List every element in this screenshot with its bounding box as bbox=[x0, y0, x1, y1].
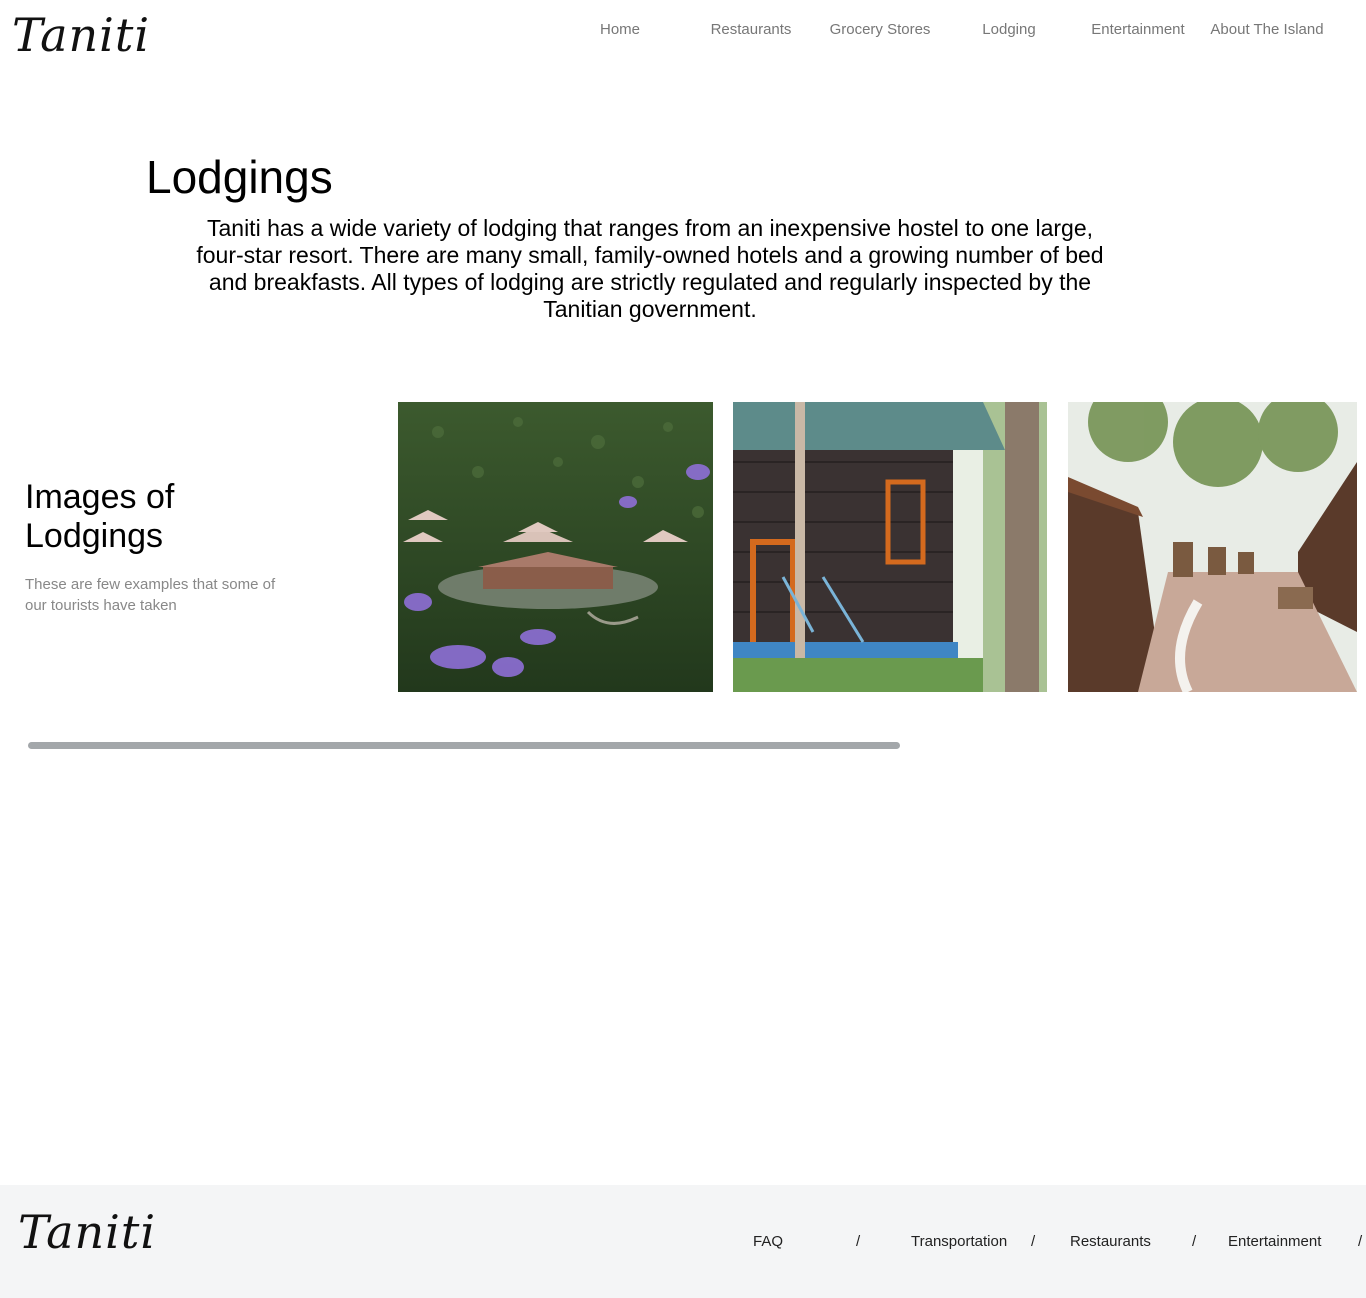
nav-lodging[interactable]: Lodging bbox=[944, 21, 1074, 38]
courtyard-walkway-photo bbox=[1068, 402, 1357, 692]
footer-separator: / bbox=[1031, 1233, 1036, 1250]
footer-link-restaurants[interactable]: Restaurants bbox=[1070, 1233, 1151, 1250]
gallery-photo-courtyard-walkway[interactable] bbox=[1068, 402, 1357, 692]
main-nav: Home Restaurants Grocery Stores Lodging … bbox=[0, 21, 1366, 41]
gallery-photo-tent-resort[interactable] bbox=[398, 402, 713, 692]
gallery-photo-wooden-cabin[interactable] bbox=[733, 402, 1047, 692]
page-title: Lodgings bbox=[146, 151, 333, 203]
footer-logo[interactable]: Taniti bbox=[18, 1209, 156, 1255]
nav-home[interactable]: Home bbox=[555, 21, 685, 38]
tent-resort-photo bbox=[398, 402, 713, 692]
nav-grocery-stores[interactable]: Grocery Stores bbox=[815, 21, 945, 38]
footer-link-transportation[interactable]: Transportation bbox=[911, 1233, 1007, 1250]
nav-about-the-island[interactable]: About The Island bbox=[1202, 21, 1332, 38]
nav-entertainment[interactable]: Entertainment bbox=[1073, 21, 1203, 38]
gallery-heading: Images of Lodgings bbox=[25, 478, 175, 555]
footer: Taniti FAQ / Transportation / Restaurant… bbox=[0, 1185, 1366, 1298]
gallery-scrollbar[interactable] bbox=[28, 742, 900, 749]
wooden-cabin-photo bbox=[733, 402, 1047, 692]
footer-separator: / bbox=[856, 1233, 861, 1250]
footer-separator: / bbox=[1192, 1233, 1197, 1250]
nav-restaurants[interactable]: Restaurants bbox=[686, 21, 816, 38]
footer-separator: / bbox=[1358, 1233, 1363, 1250]
footer-link-entertainment[interactable]: Entertainment bbox=[1228, 1233, 1321, 1250]
footer-link-faq[interactable]: FAQ bbox=[753, 1233, 783, 1250]
gallery-subtitle: These are few examples that some of our … bbox=[25, 576, 276, 614]
intro-paragraph: Taniti has a wide variety of lodging tha… bbox=[196, 215, 1104, 322]
